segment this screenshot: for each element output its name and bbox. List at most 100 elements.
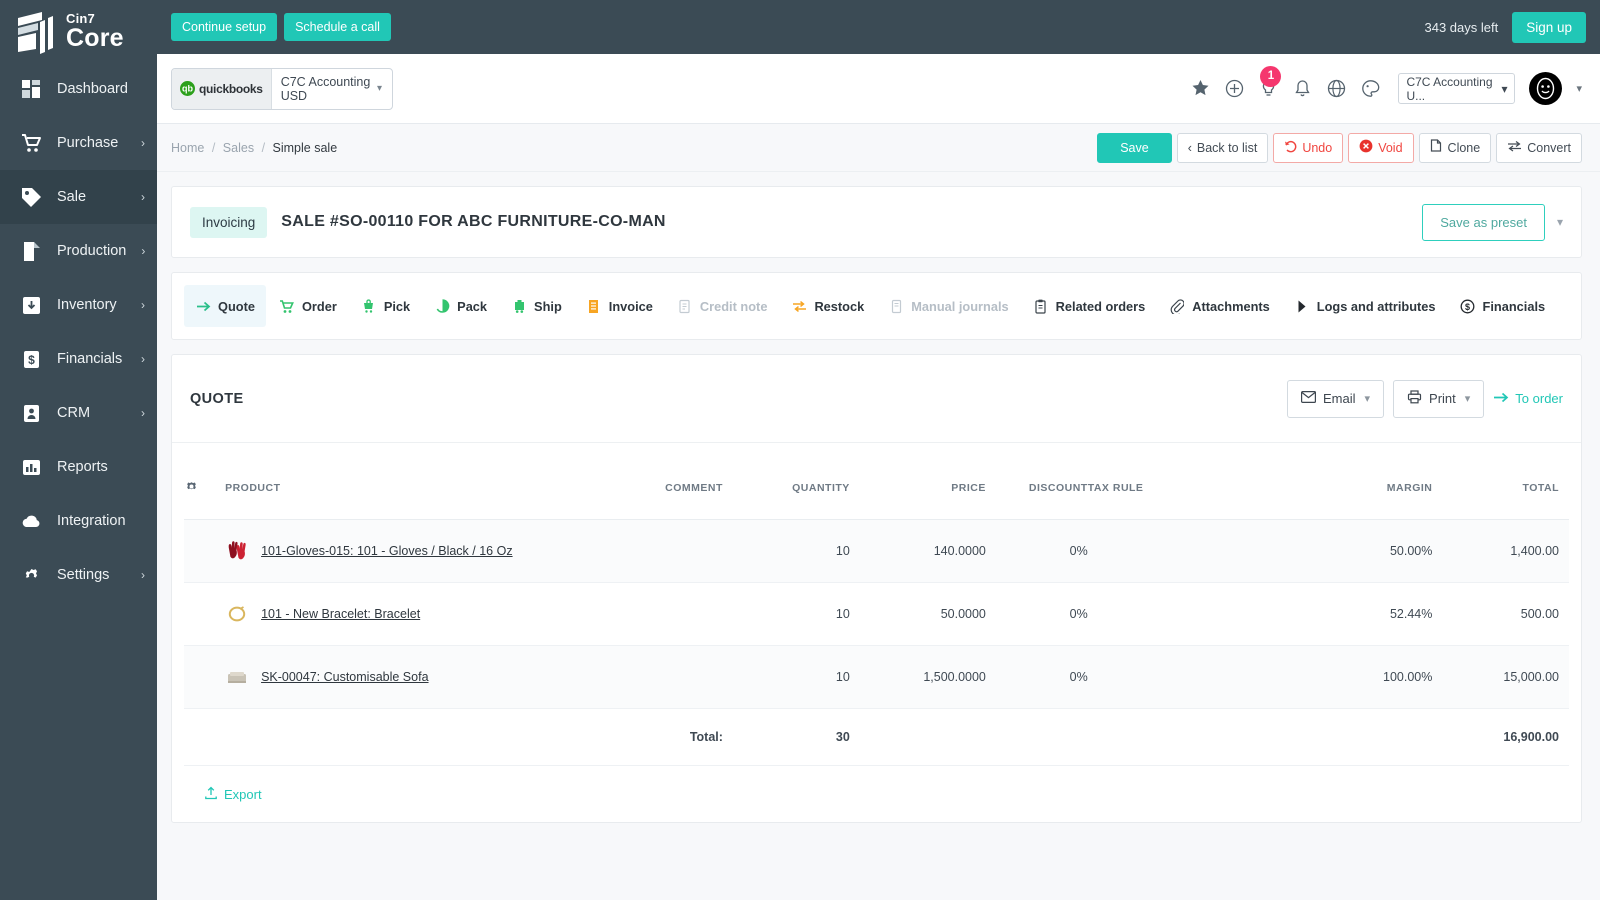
tab-related-orders[interactable]: Related orders xyxy=(1022,285,1157,327)
dashboard-icon xyxy=(20,78,42,100)
tab-label: Financials xyxy=(1482,298,1546,314)
totals-quantity: 30 xyxy=(722,708,850,766)
tab-label: Attachments xyxy=(1192,298,1270,314)
journal-icon xyxy=(888,298,904,314)
sale-header-actions: Save as preset ▾ xyxy=(1422,203,1563,241)
table-row[interactable]: 101-Gloves-015: 101 - Gloves / Black / 1… xyxy=(184,519,1569,583)
product-link[interactable]: 101-Gloves-015: 101 - Gloves / Black / 1… xyxy=(261,544,513,558)
clone-button[interactable]: Clone xyxy=(1418,132,1492,163)
convert-button[interactable]: Convert xyxy=(1496,132,1582,163)
top-bar: Continue setup Schedule a call 343 days … xyxy=(157,0,1600,54)
clone-label: Clone xyxy=(1447,140,1481,155)
column-settings-gear[interactable] xyxy=(184,457,226,520)
quickbooks-logo-icon: qb quickbooks xyxy=(172,68,272,109)
arrow-right-icon xyxy=(1493,391,1509,407)
chevron-bold-icon xyxy=(1294,298,1310,314)
plus-circle-icon[interactable] xyxy=(1224,79,1244,99)
palette-icon[interactable] xyxy=(1360,79,1380,99)
product-link[interactable]: 101 - New Bracelet: Bracelet xyxy=(261,607,420,621)
product-link[interactable]: SK-00047: Customisable Sofa xyxy=(261,670,428,684)
tab-order[interactable]: Order xyxy=(268,285,348,327)
tab-label: Order xyxy=(301,298,337,314)
brand-text: Cin7 Core xyxy=(66,12,124,51)
cell-discount: 0% xyxy=(985,519,1088,583)
tab-label: Invoice xyxy=(608,298,653,314)
continue-setup-button[interactable]: Continue setup xyxy=(171,13,278,41)
globe-icon[interactable] xyxy=(1326,79,1346,99)
gear-icon[interactable] xyxy=(184,482,199,497)
sidebar-label: Integration xyxy=(57,513,126,529)
sidebar-label: Reports xyxy=(57,459,108,475)
avatar[interactable] xyxy=(1529,72,1563,105)
sidebar-label: CRM xyxy=(57,405,91,421)
void-button[interactable]: Void xyxy=(1348,132,1414,163)
sign-up-button[interactable]: Sign up xyxy=(1512,11,1586,43)
sidebar-item-crm[interactable]: CRM › xyxy=(0,386,157,440)
chevron-right-icon: › xyxy=(141,190,145,204)
cell-total: 1,400.00 xyxy=(1432,519,1569,583)
tab-pack[interactable]: Pack xyxy=(423,285,498,327)
tab-label: Related orders xyxy=(1055,298,1146,314)
chevron-down-icon[interactable]: ▾ xyxy=(1557,215,1563,229)
undo-button[interactable]: Undo xyxy=(1273,132,1344,163)
export-button[interactable]: Export xyxy=(204,786,262,803)
cell-total: 500.00 xyxy=(1432,582,1569,646)
export-icon xyxy=(204,786,218,803)
sidebar-item-sale[interactable]: Sale › xyxy=(0,170,157,224)
avatar-chevron-down-icon[interactable]: ▾ xyxy=(1576,82,1582,95)
quickbooks-wordmark: quickbooks xyxy=(199,81,263,96)
save-as-preset-button[interactable]: Save as preset xyxy=(1422,203,1545,241)
breadcrumb: Home / Sales / Simple sale xyxy=(171,141,337,155)
email-button[interactable]: Email ▾ xyxy=(1286,379,1385,418)
tab-attachments[interactable]: Attachments xyxy=(1158,285,1281,327)
cin7-logo-icon xyxy=(12,8,58,54)
tab-label: Pick xyxy=(383,298,411,314)
chevron-right-icon: › xyxy=(141,352,145,366)
schedule-call-button[interactable]: Schedule a call xyxy=(284,13,391,41)
tab-ship[interactable]: Ship xyxy=(500,285,573,327)
sidebar-item-reports[interactable]: Reports xyxy=(0,440,157,494)
paperclip-icon xyxy=(1169,298,1185,314)
sidebar: Cin7 Core Dashboard Purchase › Sale › Pr… xyxy=(0,0,157,900)
print-button[interactable]: Print ▾ xyxy=(1393,379,1485,418)
table-row[interactable]: 101 - New Bracelet: Bracelet 10 50.0000 … xyxy=(184,582,1569,646)
page-action-buttons: Save ‹ Back to list Undo Void Clone Conv… xyxy=(1097,132,1582,163)
trial-days-left: 343 days left xyxy=(1424,19,1499,35)
tab-pick[interactable]: Pick xyxy=(350,285,421,327)
sidebar-item-settings[interactable]: Settings › xyxy=(0,548,157,602)
table-header-row: PRODUCT COMMENT QUANTITY PRICE DISCOUNT … xyxy=(184,457,1569,520)
convert-icon xyxy=(1507,140,1522,155)
chevron-down-icon: ▾ xyxy=(376,83,382,94)
tab-invoice[interactable]: Invoice xyxy=(575,285,664,327)
back-to-list-button[interactable]: ‹ Back to list xyxy=(1176,132,1269,163)
sidebar-item-financials[interactable]: $ Financials › xyxy=(0,332,157,386)
tab-restock[interactable]: Restock xyxy=(780,285,875,327)
quickbooks-connection-select[interactable]: qb quickbooks C7C Accounting USD ▾ xyxy=(171,67,393,110)
breadcrumb-sales[interactable]: Sales xyxy=(223,141,254,155)
table-row[interactable]: SK-00047: Customisable Sofa 10 1,500.000… xyxy=(184,645,1569,709)
lightbulb-icon[interactable]: 1 xyxy=(1258,65,1282,99)
sidebar-item-dashboard[interactable]: Dashboard xyxy=(0,62,157,116)
to-order-button[interactable]: To order xyxy=(1493,391,1563,407)
bell-icon[interactable] xyxy=(1292,79,1312,99)
save-button[interactable]: Save xyxy=(1097,132,1172,163)
star-icon[interactable] xyxy=(1190,79,1210,99)
sidebar-item-integration[interactable]: Integration xyxy=(0,494,157,548)
sidebar-item-inventory[interactable]: Inventory › xyxy=(0,278,157,332)
brand-logo-block[interactable]: Cin7 Core xyxy=(0,0,157,62)
tab-label: Ship xyxy=(534,298,562,314)
clipboard-icon xyxy=(1033,298,1049,314)
tab-financials[interactable]: $ Financials xyxy=(1449,285,1557,327)
breadcrumb-home[interactable]: Home xyxy=(171,141,204,155)
tab-label: Logs and attributes xyxy=(1316,298,1436,314)
cell-tax-rule xyxy=(1087,519,1290,583)
organisation-select[interactable]: C7C Accounting U... ▾ xyxy=(1398,73,1516,104)
tab-credit-note: Credit note xyxy=(666,285,779,327)
tab-quote[interactable]: Quote xyxy=(184,285,266,327)
cell-tax-rule xyxy=(1087,582,1290,646)
sidebar-item-purchase[interactable]: Purchase › xyxy=(0,116,157,170)
export-row: Export xyxy=(184,766,1569,822)
quote-actions: Email ▾ Print ▾ To order xyxy=(1286,379,1563,418)
tab-logs-and-attributes[interactable]: Logs and attributes xyxy=(1283,285,1447,327)
sidebar-item-production[interactable]: Production › xyxy=(0,224,157,278)
